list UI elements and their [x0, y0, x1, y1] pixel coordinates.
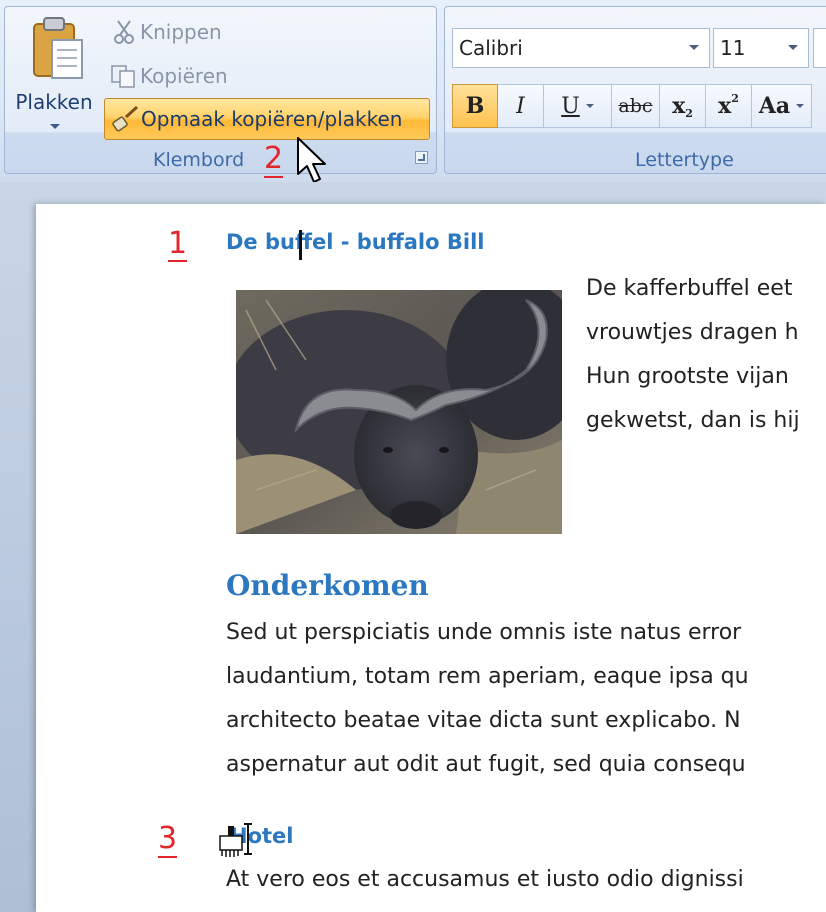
italic-button[interactable]: I — [498, 84, 544, 128]
change-case-button[interactable]: Aa — [752, 84, 812, 128]
annotation-number-3: 3 — [158, 821, 178, 858]
annotation-number-1: 1 — [168, 226, 188, 262]
strikethrough-label: abc — [618, 95, 653, 117]
italic-label: I — [516, 93, 525, 119]
font-size-combobox[interactable]: 11 — [713, 28, 809, 68]
side-paragraph: De kafferbuffel eet vrouwtjes dragen h H… — [586, 267, 826, 443]
side-line: vrouwtjes dragen h — [586, 320, 799, 345]
font-group-label: Lettertype — [635, 149, 734, 171]
annotation-number-2: 2 — [264, 141, 284, 178]
last-paragraph: At vero eos et accusamus et iusto odio d… — [226, 858, 826, 902]
paragraph-line: aspernatur aut odit aut fugit, sed quia … — [226, 752, 746, 777]
scissors-icon — [108, 18, 140, 46]
side-line: De kafferbuffel eet — [586, 276, 793, 301]
paragraph-line: Sed ut perspiciatis unde omnis iste natu… — [226, 620, 742, 645]
side-line: Hun grootste vijan — [586, 364, 789, 389]
clipboard-group-label: Klembord — [153, 149, 245, 171]
superscript-small: 2 — [731, 91, 739, 105]
text-caret — [299, 230, 302, 260]
subscript-button[interactable]: x2 — [660, 84, 706, 128]
format-painter-button[interactable]: Opmaak kopiëren/plakken — [104, 98, 430, 140]
chevron-down-icon[interactable] — [689, 45, 699, 50]
paragraph-line: laudantium, totam rem aperiam, eaque ips… — [226, 664, 749, 689]
formatting-toolbar: B I U abc x2 x2 Aa — [452, 84, 812, 128]
copy-icon — [108, 62, 140, 90]
font-name-value: Calibri — [459, 36, 523, 60]
underline-label: U — [561, 93, 580, 119]
copy-label: Kopiëren — [140, 64, 228, 88]
clipboard-dialog-launcher[interactable] — [415, 151, 428, 164]
change-case-label: Aa — [758, 93, 791, 119]
chevron-down-icon[interactable] — [585, 104, 594, 108]
side-line: gekwetst, dan is hij — [586, 408, 800, 433]
cut-button[interactable]: Knippen — [108, 14, 222, 50]
subscript-label: x — [672, 93, 686, 119]
mouse-pointer-icon — [297, 137, 326, 183]
ribbon: Klembord Lettertype Plakken Knippen Kopi… — [0, 0, 826, 182]
paragraph-line: At vero eos et accusamus et iusto odio d… — [226, 867, 744, 892]
strikethrough-button[interactable]: abc — [612, 84, 660, 128]
font-name-combobox[interactable]: Calibri — [452, 28, 710, 68]
superscript-button[interactable]: x2 — [706, 84, 752, 128]
copy-button[interactable]: Kopiëren — [108, 58, 228, 94]
format-painter-cursor-icon — [219, 823, 252, 857]
buffalo-photo — [236, 290, 562, 534]
paste-button[interactable]: Plakken — [10, 10, 98, 135]
grow-font-button[interactable] — [813, 28, 826, 68]
chevron-down-icon — [50, 124, 60, 129]
bold-label: B — [465, 93, 485, 119]
bold-button[interactable]: B — [452, 84, 498, 128]
heading-onderkomen: Onderkomen — [226, 569, 429, 602]
paintbrush-icon — [109, 105, 141, 133]
underline-button[interactable]: U — [544, 84, 612, 128]
font-size-value: 11 — [720, 36, 746, 60]
format-painter-label: Opmaak kopiëren/plakken — [141, 107, 403, 131]
paragraph-line: architecto beatae vitae dicta sunt expli… — [226, 708, 741, 733]
paste-label: Plakken — [15, 90, 93, 114]
chevron-down-icon[interactable] — [796, 104, 805, 108]
subscript-small: 2 — [685, 106, 693, 120]
cut-label: Knippen — [140, 20, 222, 44]
heading-buffel: De buffel - buffalo Bill — [226, 230, 485, 254]
superscript-label: x — [718, 93, 732, 119]
chevron-down-icon[interactable] — [788, 45, 798, 50]
clipboard-paste-icon — [33, 17, 83, 79]
body-paragraph: Sed ut perspiciatis unde omnis iste natu… — [226, 611, 826, 787]
